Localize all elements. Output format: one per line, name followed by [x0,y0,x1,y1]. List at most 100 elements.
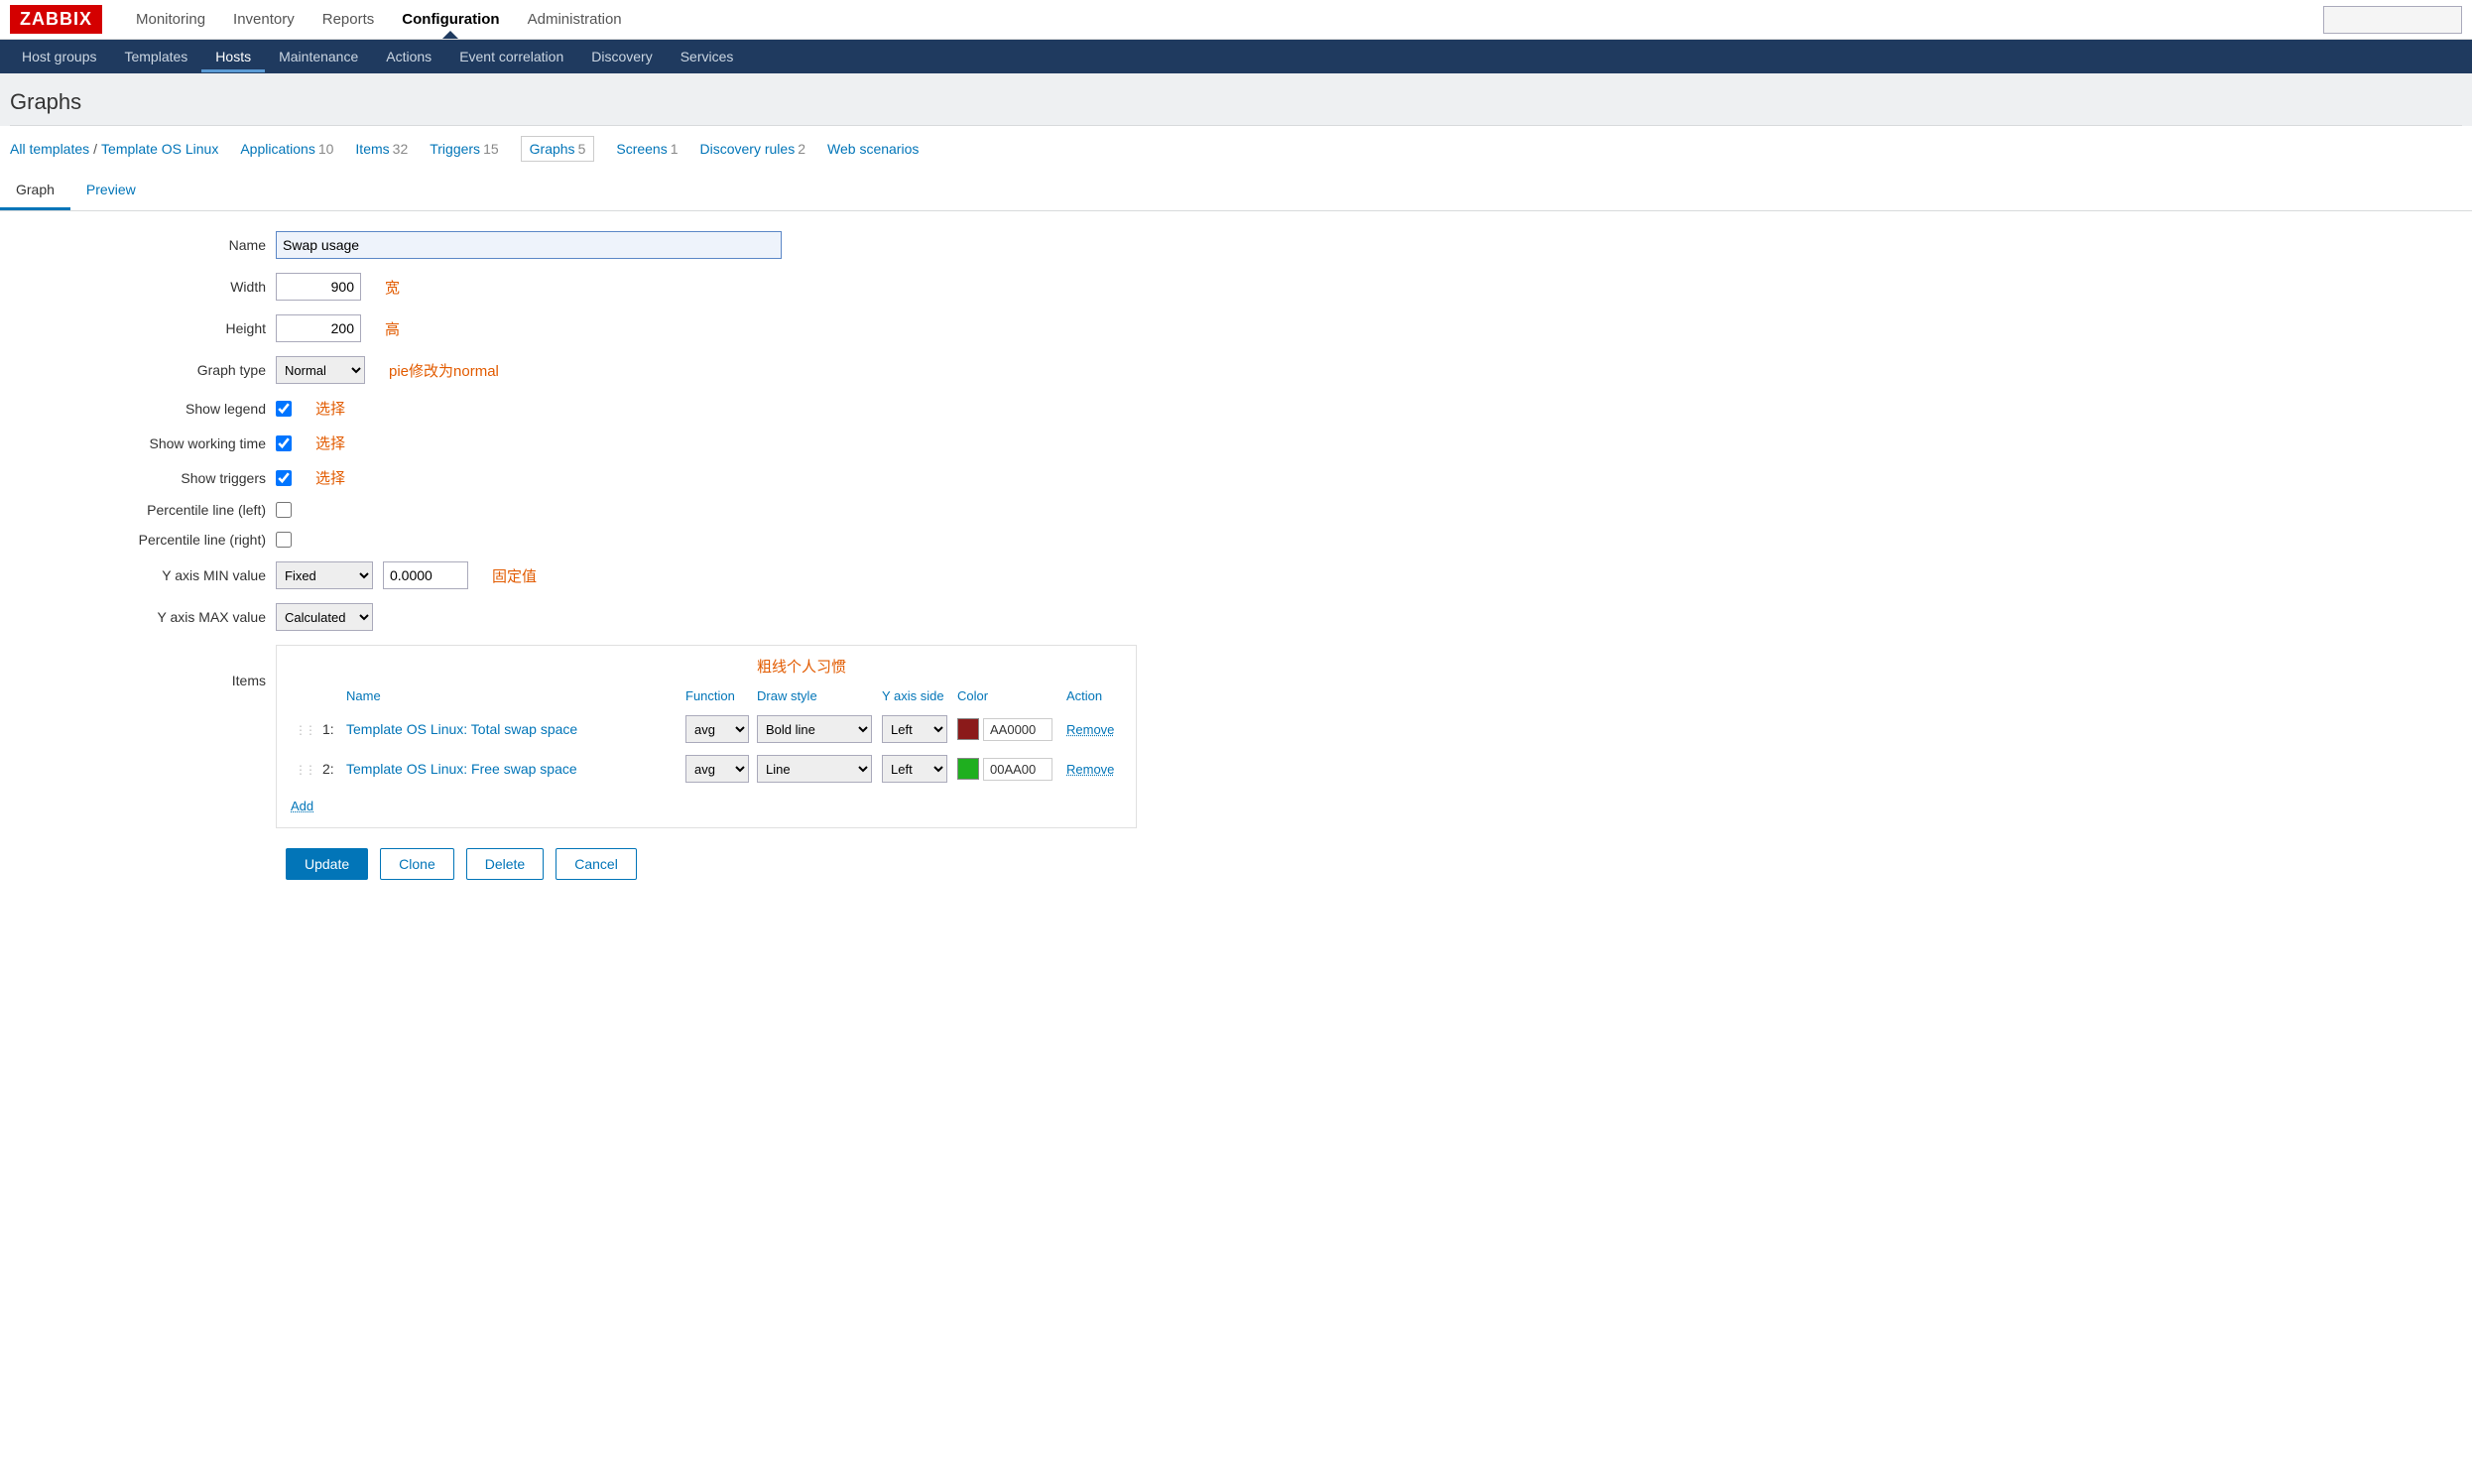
width-input[interactable] [276,273,361,301]
item-link-1[interactable]: Template OS Linux: Total swap space [346,721,577,737]
row-num: 2: [318,749,342,789]
nav-monitoring[interactable]: Monitoring [122,1,219,38]
label-width: Width [10,279,276,295]
crumb-graphs-active[interactable]: Graphs5 [521,136,595,162]
color-swatch-1[interactable] [957,718,979,740]
height-input[interactable] [276,314,361,342]
delete-button[interactable]: Delete [466,848,544,880]
crumb-applications-count: 10 [318,141,334,157]
annot-width: 宽 [385,277,400,298]
cancel-button[interactable]: Cancel [556,848,637,880]
nav-administration[interactable]: Administration [514,1,636,38]
side-select-2[interactable]: Left [882,755,947,783]
add-item-link[interactable]: Add [291,799,313,813]
subnav-host-groups[interactable]: Host groups [8,41,110,72]
color-code-2[interactable]: 00AA00 [983,758,1052,781]
draw-select-1[interactable]: Bold line [757,715,872,743]
draw-select-2[interactable]: Line [757,755,872,783]
perc-left-checkbox[interactable] [276,502,292,518]
label-items: Items [10,645,276,688]
label-show-legend: Show legend [10,401,276,417]
row-num: 1: [318,709,342,749]
crumb-items-count: 32 [393,141,409,157]
remove-link-1[interactable]: Remove [1066,722,1114,737]
sub-nav: Host groups Templates Hosts Maintenance … [0,40,2472,73]
table-row: ⋮⋮ 1: Template OS Linux: Total swap spac… [291,709,1122,749]
col-draw-style[interactable]: Draw style [753,682,878,709]
drag-handle-icon[interactable]: ⋮⋮ [295,763,314,777]
show-triggers-checkbox[interactable] [276,470,292,486]
label-show-triggers: Show triggers [10,470,276,486]
side-select-1[interactable]: Left [882,715,947,743]
label-perc-right: Percentile line (right) [10,532,276,548]
label-ymax: Y axis MAX value [10,609,276,625]
subnav-actions[interactable]: Actions [372,41,445,72]
label-height: Height [10,320,276,336]
label-perc-left: Percentile line (left) [10,502,276,518]
subnav-templates[interactable]: Templates [110,41,201,72]
ymin-mode-select[interactable]: Fixed [276,561,373,589]
col-yaxis[interactable]: Y axis side [878,682,953,709]
crumb-triggers[interactable]: Triggers [430,141,480,157]
subnav-discovery[interactable]: Discovery [577,41,666,72]
col-action[interactable]: Action [1062,682,1122,709]
crumb-template-name[interactable]: Template OS Linux [101,141,218,157]
color-code-1[interactable]: AA0000 [983,718,1052,741]
nav-reports[interactable]: Reports [309,1,389,38]
remove-link-2[interactable]: Remove [1066,762,1114,777]
items-table: 粗线个人习惯 Name Function Draw style Y axis s… [291,656,1122,789]
col-name[interactable]: Name [342,682,681,709]
items-panel: 粗线个人习惯 Name Function Draw style Y axis s… [276,645,1137,828]
search-box [2323,6,2462,34]
nav-configuration[interactable]: Configuration [388,1,513,38]
search-input[interactable] [2323,6,2462,34]
annot-graph-type: pie修改为normal [389,360,499,381]
graph-type-select[interactable]: Normal [276,356,365,384]
logo[interactable]: ZABBIX [10,5,102,34]
crumb-all-templates[interactable]: All templates [10,141,89,157]
form-buttons: Update Clone Delete Cancel [10,848,2462,880]
graph-form: Name Width 宽 Height 高 Graph type Normal … [0,211,2472,920]
crumb-discovery-rules[interactable]: Discovery rules [700,141,796,157]
annot-show-triggers: 选择 [315,467,345,488]
function-select-2[interactable]: avg [685,755,749,783]
annot-show-working-time: 选择 [315,433,345,453]
annot-height: 高 [385,318,400,339]
item-link-2[interactable]: Template OS Linux: Free swap space [346,761,577,777]
function-select-1[interactable]: avg [685,715,749,743]
label-ymin: Y axis MIN value [10,567,276,583]
subnav-maintenance[interactable]: Maintenance [265,41,372,72]
name-input[interactable] [276,231,782,259]
crumb-screens[interactable]: Screens [616,141,667,157]
ymax-mode-select[interactable]: Calculated [276,603,373,631]
page-title: Graphs [10,83,2462,126]
subnav-services[interactable]: Services [667,41,748,72]
crumb-screens-count: 1 [671,141,679,157]
show-legend-checkbox[interactable] [276,401,292,417]
crumb-web-scenarios[interactable]: Web scenarios [827,141,919,157]
drag-handle-icon[interactable]: ⋮⋮ [295,723,314,737]
ymin-value-input[interactable] [383,561,468,589]
clone-button[interactable]: Clone [380,848,454,880]
color-swatch-2[interactable] [957,758,979,780]
col-function[interactable]: Function [681,682,753,709]
subnav-event-correlation[interactable]: Event correlation [445,41,577,72]
label-name: Name [10,237,276,253]
crumb-discovery-count: 2 [798,141,805,157]
tab-preview[interactable]: Preview [70,172,152,210]
update-button[interactable]: Update [286,848,368,880]
top-nav: ZABBIX Monitoring Inventory Reports Conf… [0,0,2472,40]
crumb-triggers-count: 15 [483,141,499,157]
perc-right-checkbox[interactable] [276,532,292,548]
nav-inventory[interactable]: Inventory [219,1,309,38]
annot-draw-style: 粗线个人习惯 [757,659,846,676]
crumb-items[interactable]: Items [355,141,389,157]
col-color[interactable]: Color [953,682,1062,709]
subnav-hosts[interactable]: Hosts [201,41,265,72]
table-row: ⋮⋮ 2: Template OS Linux: Free swap space… [291,749,1122,789]
crumb-applications[interactable]: Applications [240,141,315,157]
annot-show-legend: 选择 [315,398,345,419]
show-working-time-checkbox[interactable] [276,435,292,451]
annot-ymin: 固定值 [492,565,537,586]
tab-graph[interactable]: Graph [0,172,70,210]
